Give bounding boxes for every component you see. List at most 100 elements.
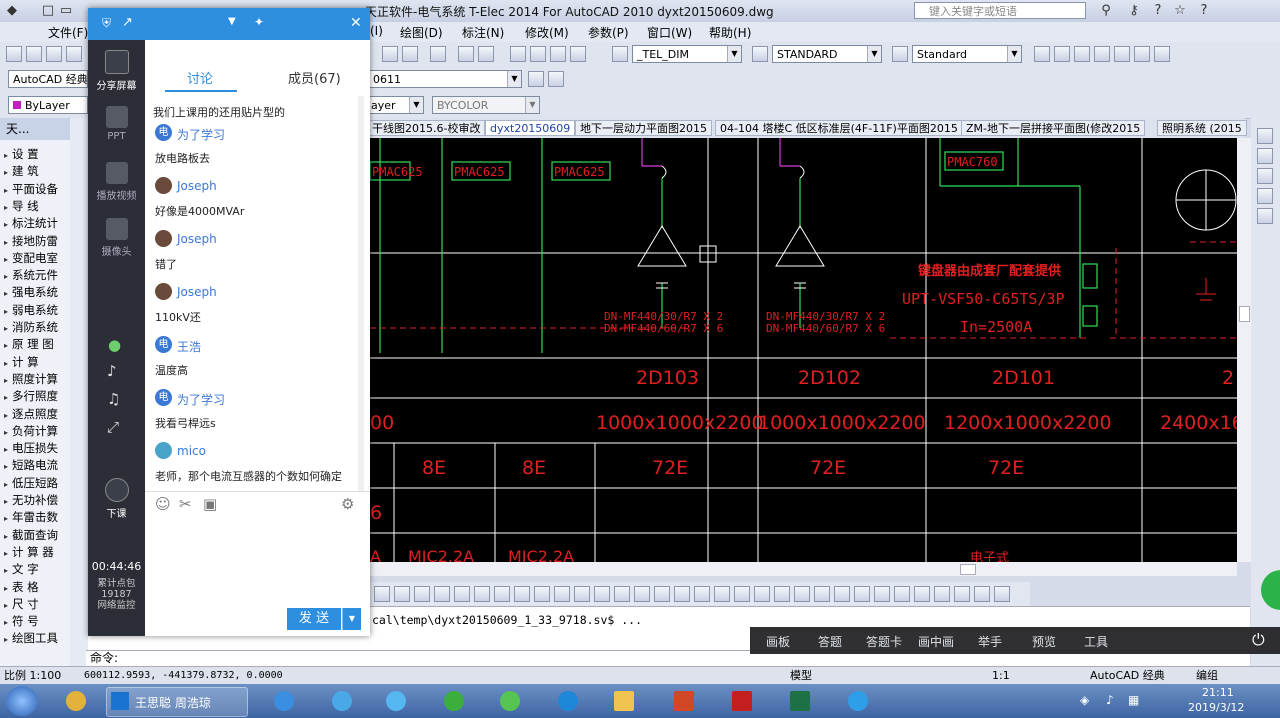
table-style-icon[interactable] <box>892 46 908 62</box>
region-icon[interactable] <box>814 586 830 602</box>
workspace-select[interactable]: AutoCAD 经典 <box>8 70 88 88</box>
horizontal-scroll-thumb[interactable] <box>960 564 976 575</box>
play-video-button[interactable]: 播放视频 <box>88 162 145 202</box>
left-menu-item[interactable]: ▸ 计 算 器 <box>4 544 68 560</box>
offset-icon[interactable] <box>434 586 450 602</box>
viewport7-icon[interactable] <box>1154 46 1170 62</box>
tool-palette-icon[interactable] <box>550 46 566 62</box>
fillet-icon[interactable] <box>654 586 670 602</box>
tab-discussion[interactable]: 讨论 <box>187 68 213 87</box>
properties-icon[interactable] <box>510 46 526 62</box>
dim-aligned-icon[interactable] <box>854 586 870 602</box>
viewport-icon[interactable] <box>1034 46 1050 62</box>
plotstyle-select[interactable]: BYCOLOR ▼ <box>432 96 540 114</box>
left-menu-item[interactable]: ▸ 低压短路 <box>4 475 68 491</box>
left-menu-item[interactable]: ▸ 表 格 <box>4 579 68 595</box>
chat-scrollbar[interactable] <box>358 96 364 491</box>
join-icon[interactable] <box>614 586 630 602</box>
left-menu-item[interactable]: ▸ 绘图工具 <box>4 630 68 646</box>
start-button[interactable] <box>6 686 38 716</box>
left-menu-item[interactable]: ▸ 负荷计算 <box>4 423 68 439</box>
zoom-icon[interactable] <box>478 46 494 62</box>
vertical-scroll-thumb[interactable] <box>1239 306 1250 322</box>
doc-tab-active[interactable]: dyxt20150609 <box>485 120 576 136</box>
array-icon[interactable] <box>454 586 470 602</box>
message-sender[interactable]: 王浩 <box>177 338 201 355</box>
left-menu-item[interactable]: ▸ 原 理 图 <box>4 336 68 352</box>
pip-button[interactable]: 画中画 <box>918 633 954 650</box>
layer-iso-icon[interactable] <box>934 586 950 602</box>
taskbar-app-player[interactable] <box>490 687 530 715</box>
pin-icon[interactable]: ✦ <box>254 15 264 29</box>
menu-help[interactable]: 帮助(H) <box>709 24 751 41</box>
whiteboard-button[interactable]: 画板 <box>766 633 790 650</box>
camera-button[interactable]: 摄像头 <box>88 218 145 258</box>
message-sender[interactable]: Joseph <box>177 179 217 193</box>
tablestyle-select[interactable]: Standard ▼ <box>912 45 1022 63</box>
left-menu-item[interactable]: ▸ 强电系统 <box>4 284 68 300</box>
ppt-button[interactable]: PPT <box>88 106 145 142</box>
floating-green-icon[interactable] <box>1261 570 1280 610</box>
answer-button[interactable]: 答题 <box>818 633 842 650</box>
left-menu-item[interactable]: ▸ 系统元件 <box>4 267 68 283</box>
linetype-select[interactable]: ayer ▼ <box>366 96 424 114</box>
sheet-set-icon[interactable] <box>570 46 586 62</box>
erase-icon[interactable] <box>374 586 390 602</box>
vertical-scrollbar[interactable] <box>1237 138 1251 562</box>
taskbar-autocad[interactable] <box>722 687 762 715</box>
block-icon[interactable] <box>734 586 750 602</box>
end-class-button[interactable]: 下课 <box>88 478 145 520</box>
star-icon[interactable]: ☆ <box>1172 3 1188 19</box>
doc-tab[interactable]: 照明系统 (2015 <box>1157 120 1247 136</box>
left-menu-item[interactable]: ▸ 逐点照度 <box>4 406 68 422</box>
chat-input[interactable] <box>145 518 370 604</box>
left-menu-item[interactable]: ▸ 标注统计 <box>4 215 68 231</box>
layer-select[interactable]: 0611 ▼ <box>368 70 522 88</box>
taskbar-explorer[interactable] <box>604 687 644 715</box>
taskbar-app-green[interactable] <box>434 687 474 715</box>
rotate-icon[interactable] <box>494 586 510 602</box>
viewport6-icon[interactable] <box>1134 46 1150 62</box>
left-menu-item[interactable]: ▸ 无功补偿 <box>4 492 68 508</box>
taskbar-app-flower[interactable] <box>56 687 96 715</box>
design-center-icon[interactable] <box>530 46 546 62</box>
taskbar-app-k[interactable] <box>548 687 588 715</box>
scissors-icon[interactable]: ✂ <box>179 495 192 513</box>
scale-icon[interactable] <box>514 586 530 602</box>
menu-draw[interactable]: 绘图(D) <box>400 24 443 41</box>
insert-icon[interactable] <box>754 586 770 602</box>
menu-insert[interactable]: (I) <box>370 24 383 38</box>
menu-parameter[interactable]: 参数(P) <box>588 24 629 41</box>
app-logo-icon[interactable]: ◆ <box>4 3 20 19</box>
color-select[interactable]: ByLayer <box>8 96 88 114</box>
music-icon[interactable]: ♫ <box>107 390 120 408</box>
left-menu-item[interactable]: ▸ 设 置 <box>4 146 68 162</box>
explode-icon[interactable] <box>674 586 690 602</box>
break-icon[interactable] <box>594 586 610 602</box>
menu-modify[interactable]: 修改(M) <box>525 24 569 41</box>
mirror-icon[interactable] <box>414 586 430 602</box>
tray-network-icon[interactable]: ▦ <box>1128 693 1139 707</box>
model-button[interactable]: 模型 <box>790 667 812 685</box>
group-button[interactable]: 编组 <box>1196 667 1218 685</box>
gradient-icon[interactable] <box>794 586 810 602</box>
move-icon[interactable] <box>474 586 490 602</box>
3d-shade-icon[interactable] <box>974 586 990 602</box>
image-icon[interactable]: ▣ <box>203 495 217 513</box>
settings-gear-icon[interactable]: ⚙ <box>341 495 354 513</box>
save-icon[interactable] <box>46 46 62 62</box>
tray-shield-icon[interactable]: ◈ <box>1080 693 1089 707</box>
preview-button[interactable]: 预览 <box>1032 633 1056 650</box>
left-menu-item[interactable]: ▸ 接地防雷 <box>4 233 68 249</box>
taskbar-app-chat[interactable] <box>376 687 416 715</box>
taskbar-excel[interactable] <box>780 687 820 715</box>
match-prop-icon[interactable] <box>382 46 398 62</box>
dim-linear-icon[interactable] <box>834 586 850 602</box>
menu-window[interactable]: 窗口(W) <box>647 24 692 41</box>
hatch-icon[interactable] <box>774 586 790 602</box>
drawing-canvas[interactable]: PMAC625 PMAC625 PMAC625 PMAC760 键盘器由成套厂配… <box>370 138 1237 562</box>
left-menu-item[interactable]: ▸ 弱电系统 <box>4 302 68 318</box>
chamfer-icon[interactable] <box>634 586 650 602</box>
view2-icon[interactable] <box>1257 148 1273 164</box>
layer-state-icon[interactable] <box>548 71 564 87</box>
